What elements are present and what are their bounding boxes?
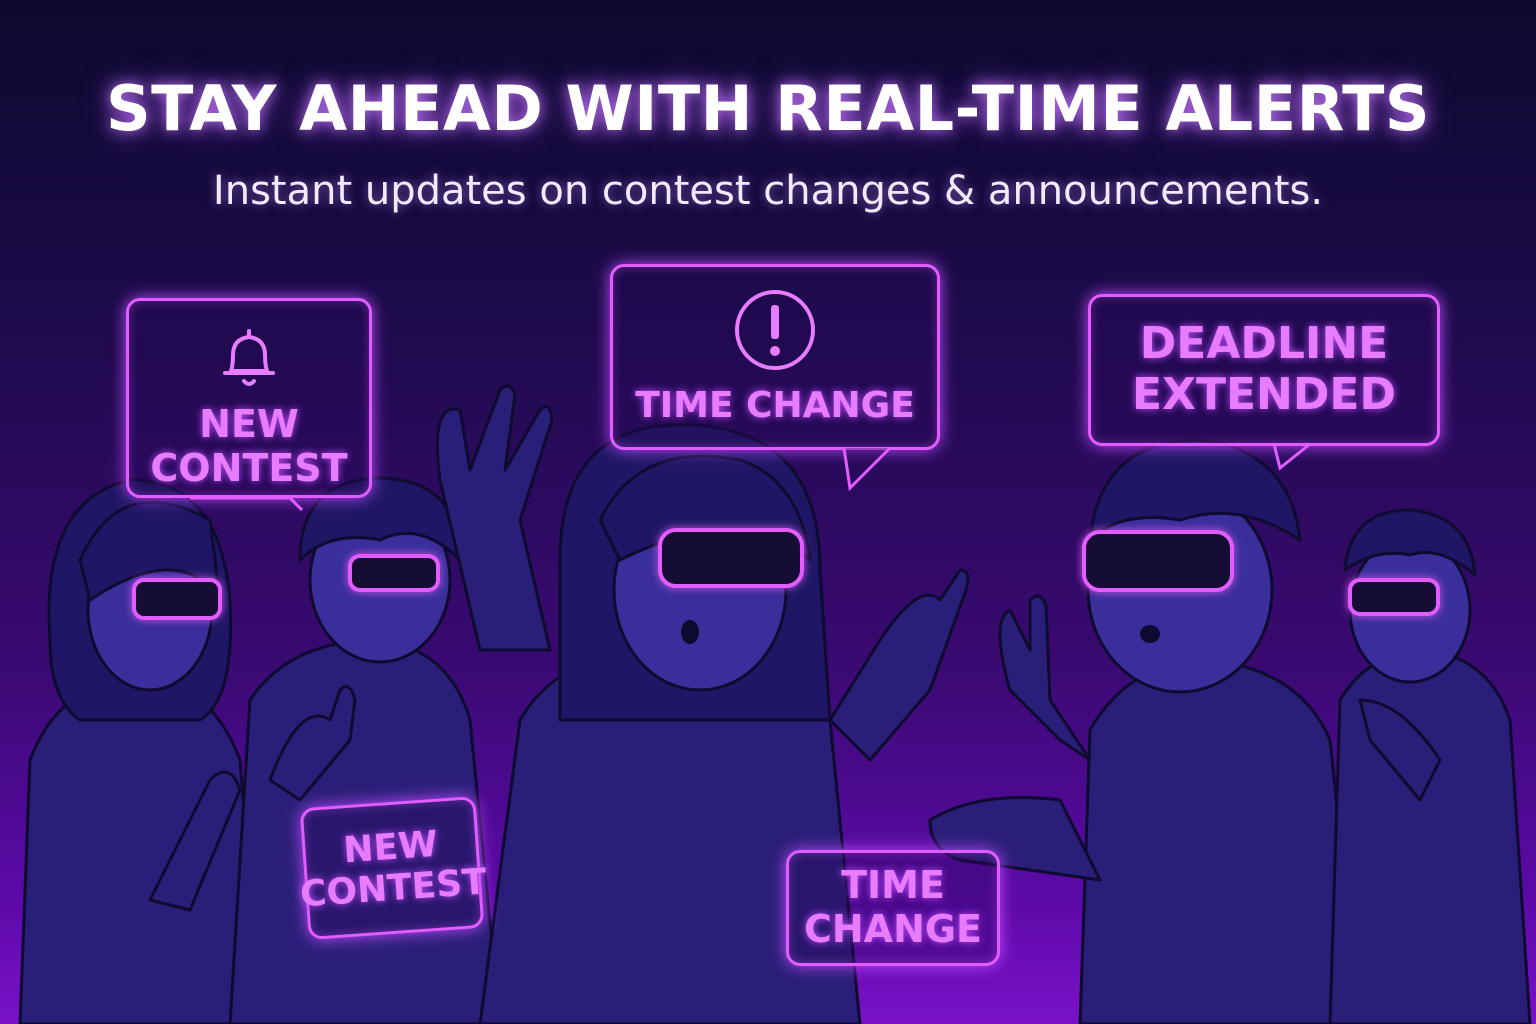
goggles-4 (1082, 530, 1234, 592)
person-left-woman (18, 478, 262, 1024)
alert-text: DEADLINE EXTENDED (1132, 318, 1396, 420)
bubble-tail (842, 446, 892, 492)
alert-text: TIME CHANGE (635, 385, 915, 427)
alert-text: TIME CHANGE (803, 863, 983, 951)
bell-icon (223, 329, 275, 387)
alert-new-contest: NEW CONTEST (126, 298, 372, 498)
goggles-2 (348, 554, 440, 592)
alert-deadline-extended: DEADLINE EXTENDED (1088, 294, 1440, 446)
bubble-tail (1272, 442, 1311, 471)
goggles-1 (132, 578, 222, 620)
goggles-5 (1348, 578, 1440, 616)
alert-text: NEW CONTEST (150, 402, 348, 490)
bubble-tail (190, 496, 304, 512)
alert-time-change: TIME CHANGE (610, 264, 940, 450)
exclamation-icon (735, 290, 815, 371)
goggles-3 (658, 528, 804, 588)
alert-new-contest-small: NEW CONTEST (299, 796, 488, 940)
alert-time-change-small: TIME CHANGE (786, 850, 1000, 966)
alert-text: NEW CONTEST (298, 823, 489, 916)
page-headline: STAY AHEAD WITH REAL-TIME ALERTS (105, 72, 1431, 145)
page-subtitle: Instant updates on contest changes & ann… (212, 168, 1324, 214)
